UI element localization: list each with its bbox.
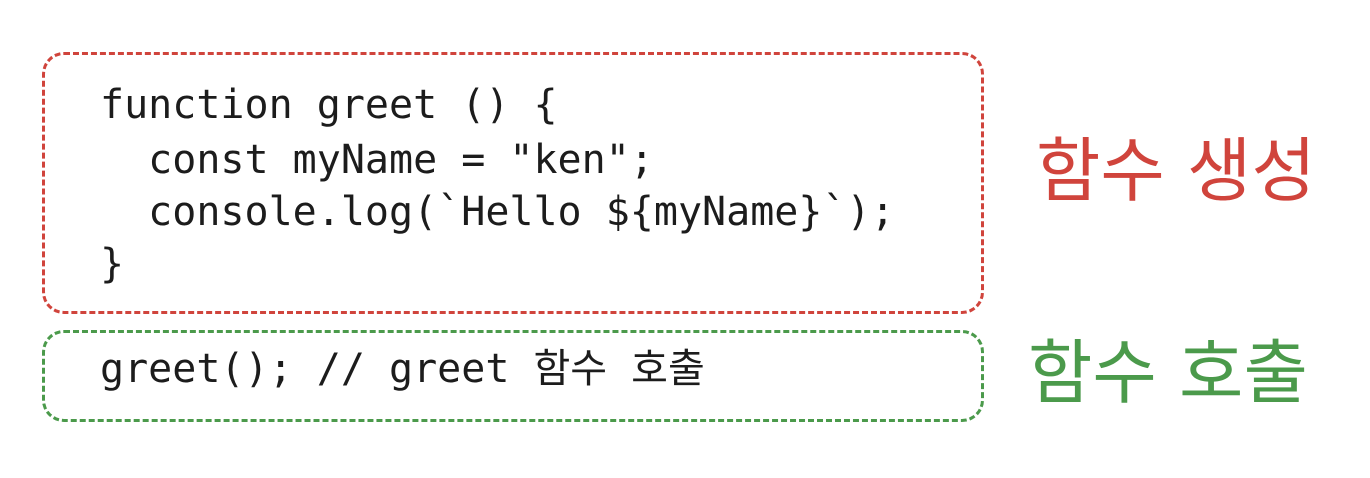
code-line-function-signature: function greet () { [100, 82, 558, 128]
code-line-console-log: console.log(`Hello ${myName}`); [100, 189, 895, 235]
call-label: 함수 호출 [1028, 332, 1308, 414]
code-line-closing-brace: } [100, 241, 125, 287]
definition-label: 함수 생성 [1036, 130, 1316, 212]
code-line-function-call: greet(); // greet 함수 호출 [100, 346, 705, 392]
code-line-const-declaration: const myName = "ken"; [100, 137, 654, 183]
